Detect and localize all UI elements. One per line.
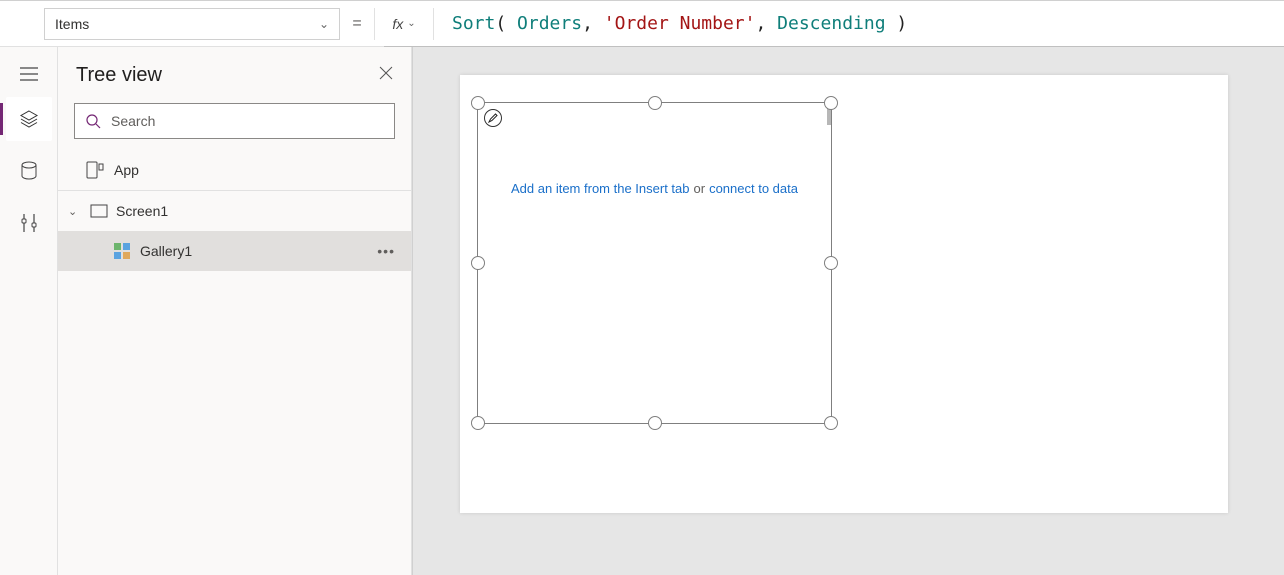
more-button[interactable]: ••• <box>377 243 395 259</box>
search-input-wrap[interactable] <box>74 103 395 139</box>
chevron-down-icon: ⌄ <box>407 18 415 29</box>
tok: ) <box>886 13 908 34</box>
hamburger-button[interactable] <box>6 59 52 89</box>
resize-handle-nw[interactable] <box>471 96 485 110</box>
edit-pen-button[interactable] <box>484 109 502 127</box>
close-icon <box>379 66 393 80</box>
tok: , <box>582 13 604 34</box>
tree-view-button[interactable] <box>6 97 52 141</box>
screen-label: Screen1 <box>116 203 168 219</box>
resize-handle-n[interactable] <box>648 96 662 110</box>
screen-row[interactable]: ⌄ Screen1 <box>58 191 411 231</box>
resize-handle-ne[interactable] <box>824 96 838 110</box>
tok: ( <box>495 13 517 34</box>
chevron-down-icon: ⌄ <box>68 205 82 218</box>
app-label: App <box>114 162 139 178</box>
pencil-icon <box>488 113 498 123</box>
layers-icon <box>19 109 39 129</box>
canvas-area[interactable]: Add an item from the Insert taborconnect… <box>412 47 1284 575</box>
left-rail <box>0 47 58 575</box>
tok: , <box>755 13 777 34</box>
gallery-row[interactable]: Gallery1 ••• <box>58 231 411 271</box>
search-input[interactable] <box>111 113 384 129</box>
resize-handle-se[interactable] <box>824 416 838 430</box>
tree-panel: Tree view App ⌄ Screen1 <box>58 47 412 575</box>
fx-dropdown[interactable]: fx ⌄ <box>374 8 434 40</box>
close-button[interactable] <box>379 66 393 85</box>
database-icon <box>20 161 38 181</box>
data-button[interactable] <box>6 149 52 193</box>
formula-input[interactable]: Sort ( Orders , 'Order Number' , Descend… <box>434 13 1284 34</box>
resize-handle-e[interactable] <box>824 256 838 270</box>
tree-title: Tree view <box>76 64 162 87</box>
tok-string: 'Order Number' <box>604 13 756 34</box>
property-name: Items <box>55 16 89 32</box>
gallery-control[interactable]: Add an item from the Insert taborconnect… <box>477 102 832 424</box>
chevron-down-icon: ⌄ <box>319 17 329 31</box>
connect-data-link[interactable]: connect to data <box>709 181 798 196</box>
hamburger-icon <box>20 67 38 81</box>
fx-label: fx <box>392 16 403 32</box>
app-icon <box>86 161 104 179</box>
equals-label: = <box>340 15 374 33</box>
gallery-icon <box>114 243 130 259</box>
resize-handle-sw[interactable] <box>471 416 485 430</box>
tok-ident: Orders <box>517 13 582 34</box>
screen-icon <box>90 204 108 218</box>
artboard[interactable]: Add an item from the Insert taborconnect… <box>460 75 1228 513</box>
property-selector[interactable]: Items ⌄ <box>44 8 340 40</box>
tok-enum: Descending <box>777 13 885 34</box>
tok-func: Sort <box>452 13 495 34</box>
tools-button[interactable] <box>6 201 52 245</box>
gallery-label: Gallery1 <box>140 243 192 259</box>
gallery-placeholder: Add an item from the Insert taborconnect… <box>478 181 831 196</box>
toolbox-icon <box>20 213 38 233</box>
resize-handle-w[interactable] <box>471 256 485 270</box>
app-row[interactable]: App <box>58 149 411 191</box>
insert-link[interactable]: Add an item from the Insert tab <box>511 181 689 196</box>
resize-handle-s[interactable] <box>648 416 662 430</box>
search-icon <box>85 113 101 129</box>
placeholder-mid: or <box>690 181 710 196</box>
